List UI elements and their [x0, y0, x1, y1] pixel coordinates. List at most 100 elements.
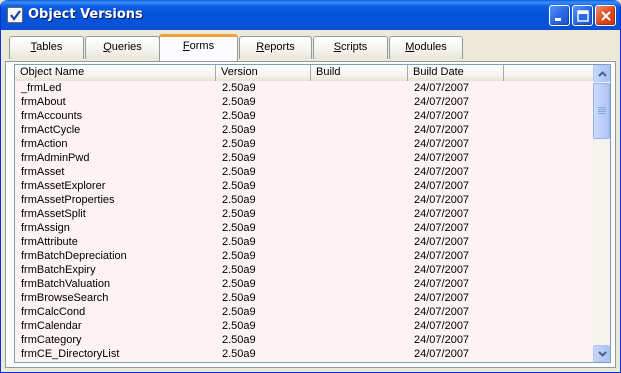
cell-build-date: 24/07/2007: [414, 124, 470, 136]
cell-object-name: frmAdminPwd: [21, 152, 90, 164]
table-row[interactable]: frmCE_DirectoryList 2.50a9 24/07/2007: [15, 347, 599, 361]
scroll-down-button[interactable]: [593, 345, 610, 362]
cell-version: 2.50a9: [222, 222, 256, 234]
column-header-build-date[interactable]: Build Date: [408, 65, 504, 81]
cell-version: 2.50a9: [222, 180, 256, 192]
cell-object-name: _frmLed: [21, 82, 62, 94]
cell-version: 2.50a9: [222, 96, 256, 108]
table-row[interactable]: frmBrowseSearch 2.50a9 24/07/2007: [15, 291, 599, 305]
cell-object-name: frmBrowseSearch: [21, 292, 109, 304]
cell-object-name: frmCalendar: [21, 320, 82, 332]
cell-version: 2.50a9: [222, 236, 256, 248]
table-row[interactable]: frmCalcCond 2.50a9 24/07/2007: [15, 305, 599, 319]
cell-version: 2.50a9: [222, 110, 256, 122]
table-row[interactable]: frmBatchValuation 2.50a9 24/07/2007: [15, 277, 599, 291]
cell-version: 2.50a9: [222, 194, 256, 206]
cell-build-date: 24/07/2007: [414, 96, 470, 108]
table-row[interactable]: _frmLed 2.50a9 24/07/2007: [15, 81, 599, 95]
cell-version: 2.50a9: [222, 250, 256, 262]
vertical-scrollbar[interactable]: [593, 65, 610, 362]
cell-build-date: 24/07/2007: [414, 264, 470, 276]
table-row[interactable]: frmAssetSplit 2.50a9 24/07/2007: [15, 207, 599, 221]
cell-object-name: frmCE_DirectoryList: [21, 348, 120, 360]
table-row[interactable]: frmCalendar 2.50a9 24/07/2007: [15, 319, 599, 333]
column-header-version[interactable]: Version: [216, 65, 311, 81]
thumb-grip-line: [598, 113, 606, 114]
column-header-build[interactable]: Build: [311, 65, 408, 81]
tab-reports[interactable]: Reports: [239, 36, 312, 59]
cell-object-name: frmAssetSplit: [21, 208, 86, 220]
table-row[interactable]: frmAttribute 2.50a9 24/07/2007: [15, 235, 599, 249]
cell-object-name: frmBatchValuation: [21, 278, 111, 290]
cell-object-name: frmAccounts: [21, 110, 83, 122]
close-icon: [601, 11, 611, 21]
tab-panel: Object Name Version Build Build Date _fr…: [5, 61, 616, 368]
table-row[interactable]: frmBatchDepreciation 2.50a9 24/07/2007: [15, 249, 599, 263]
tab-forms[interactable]: Forms: [159, 34, 238, 61]
tab-modules[interactable]: Modules: [389, 36, 463, 59]
cell-build-date: 24/07/2007: [414, 166, 470, 178]
cell-build-date: 24/07/2007: [414, 180, 470, 192]
tab-tables[interactable]: Tables: [9, 36, 84, 59]
cell-build-date: 24/07/2007: [414, 348, 470, 360]
cell-build-date: 24/07/2007: [414, 292, 470, 304]
table-row[interactable]: frmBatchExpiry 2.50a9 24/07/2007: [15, 263, 599, 277]
table-row[interactable]: frmAccounts 2.50a9 24/07/2007: [15, 109, 599, 123]
table-row[interactable]: frmAbout 2.50a9 24/07/2007: [15, 95, 599, 109]
tab-strip: Tables Queries Forms Reports Scripts Mod…: [1, 34, 620, 62]
cell-object-name: frmAssetExplorer: [21, 180, 106, 192]
chevron-down-icon: [598, 351, 607, 357]
cell-build-date: 24/07/2007: [414, 138, 470, 150]
table-row[interactable]: frmAssetExplorer 2.50a9 24/07/2007: [15, 179, 599, 193]
table-row[interactable]: frmAction 2.50a9 24/07/2007: [15, 137, 599, 151]
table-row[interactable]: frmCategory 2.50a9 24/07/2007: [15, 333, 599, 347]
cell-build-date: 24/07/2007: [414, 152, 470, 164]
object-list[interactable]: Object Name Version Build Build Date _fr…: [14, 64, 611, 363]
thumb-grip-line: [598, 107, 606, 108]
cell-object-name: frmAbout: [21, 96, 66, 108]
cell-version: 2.50a9: [222, 334, 256, 346]
cell-object-name: frmActCycle: [21, 124, 81, 136]
cell-object-name: frmAttribute: [21, 236, 78, 248]
cell-version: 2.50a9: [222, 208, 256, 220]
cell-object-name: frmAssign: [21, 222, 70, 234]
column-header-empty: [504, 65, 599, 81]
table-row[interactable]: frmAssetProperties 2.50a9 24/07/2007: [15, 193, 599, 207]
scroll-up-button[interactable]: [593, 65, 610, 82]
table-row[interactable]: frmAssign 2.50a9 24/07/2007: [15, 221, 599, 235]
cell-build-date: 24/07/2007: [414, 194, 470, 206]
thumb-grip-line: [598, 109, 606, 110]
table-row[interactable]: frmActCycle 2.50a9 24/07/2007: [15, 123, 599, 137]
close-button[interactable]: [595, 5, 616, 26]
cell-build-date: 24/07/2007: [414, 82, 470, 94]
object-versions-window: Object Versions Tables Queries Forms Rep…: [0, 0, 621, 373]
minimize-icon: [555, 18, 561, 21]
tab-queries[interactable]: Queries: [85, 36, 160, 59]
cell-build-date: 24/07/2007: [414, 320, 470, 332]
maximize-button[interactable]: [572, 5, 593, 26]
minimize-button[interactable]: [549, 5, 570, 26]
cell-version: 2.50a9: [222, 166, 256, 178]
list-rows: _frmLed 2.50a9 24/07/2007 frmAbout 2.50a9 24/…: [15, 81, 599, 361]
cell-object-name: frmCalcCond: [21, 306, 86, 318]
title-bar[interactable]: Object Versions: [1, 0, 620, 30]
table-row[interactable]: frmAsset 2.50a9 24/07/2007: [15, 165, 599, 179]
cell-object-name: frmAsset: [21, 166, 65, 178]
cell-version: 2.50a9: [222, 320, 256, 332]
scroll-thumb[interactable]: [593, 83, 610, 139]
column-header-object-name[interactable]: Object Name: [15, 65, 216, 81]
cell-object-name: frmAssetProperties: [21, 194, 115, 206]
cell-version: 2.50a9: [222, 348, 256, 360]
cell-version: 2.50a9: [222, 292, 256, 304]
cell-version: 2.50a9: [222, 138, 256, 150]
maximize-icon: [577, 10, 589, 22]
tab-scripts[interactable]: Scripts: [313, 36, 388, 59]
cell-version: 2.50a9: [222, 152, 256, 164]
table-row[interactable]: frmAdminPwd 2.50a9 24/07/2007: [15, 151, 599, 165]
cell-version: 2.50a9: [222, 306, 256, 318]
cell-version: 2.50a9: [222, 82, 256, 94]
window-title: Object Versions: [28, 7, 143, 22]
chevron-up-icon: [598, 71, 607, 77]
cell-build-date: 24/07/2007: [414, 278, 470, 290]
cell-build-date: 24/07/2007: [414, 334, 470, 346]
